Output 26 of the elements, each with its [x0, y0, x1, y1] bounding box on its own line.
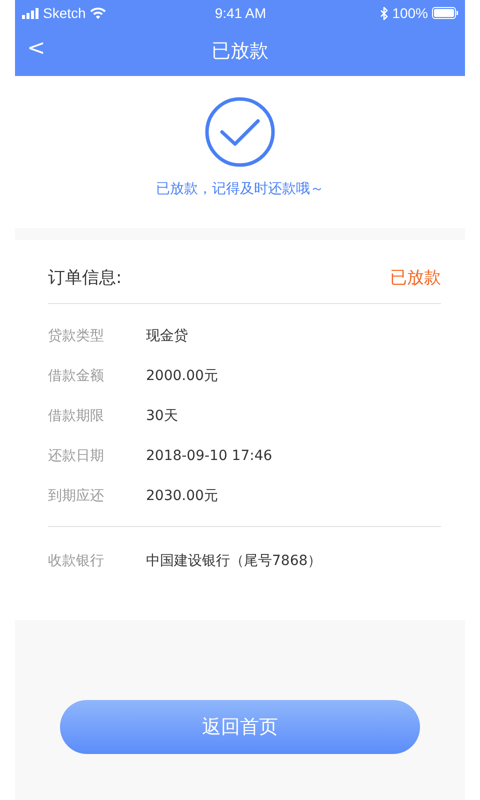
field-label: 到期应还 [48, 487, 105, 505]
wifi-icon [90, 7, 106, 19]
battery-icon [432, 7, 459, 19]
signal-icon [22, 8, 39, 18]
field-value: 现金贷 [146, 327, 188, 345]
page-title: 已放款 [212, 39, 268, 64]
carrier-name: Sketch [43, 5, 86, 21]
check-circle-icon [204, 96, 276, 168]
field-label: 借款金额 [48, 367, 105, 385]
field-value: 30天 [146, 407, 178, 425]
field-label: 收款银行 [48, 552, 105, 570]
field-label: 贷款类型 [48, 327, 105, 345]
home-button[interactable]: 返回首页 [60, 700, 420, 754]
order-status: 已放款 [390, 267, 441, 289]
field-label: 借款期限 [48, 407, 105, 425]
field-label: 还款日期 [48, 447, 105, 465]
field-value: 中国建设银行（尾号7868） [146, 552, 322, 570]
bluetooth-icon [380, 6, 388, 20]
field-value: 2030.00元 [146, 487, 218, 505]
status-message: 已放款，记得及时还款哦～ [156, 180, 324, 198]
field-value: 2018-09-10 17:46 [146, 448, 272, 464]
section-title: 订单信息: [48, 267, 122, 289]
field-value: 2000.00元 [146, 367, 218, 385]
back-button[interactable]: < [23, 36, 50, 61]
battery-percent: 100% [392, 5, 428, 21]
status-time: 9:41 AM [214, 5, 266, 21]
